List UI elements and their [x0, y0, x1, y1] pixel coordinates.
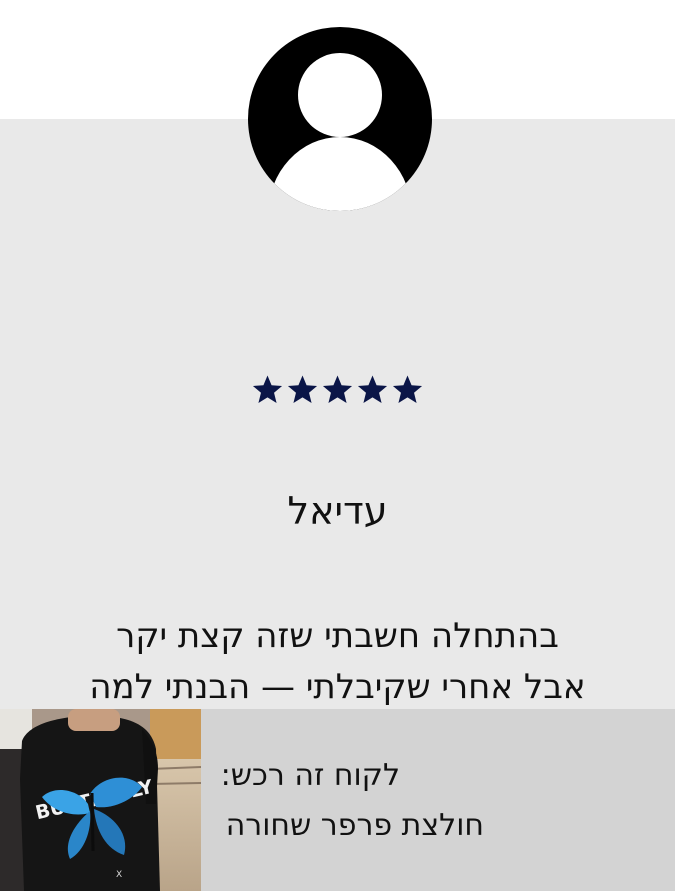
svg-text:X: X: [116, 870, 122, 880]
product-name-link[interactable]: חולצת פרפר שחורה: [226, 807, 484, 845]
product-image[interactable]: BUTTERFLY X: [0, 709, 201, 891]
product-photo-drawing: BUTTERFLY X: [0, 709, 201, 891]
star-icon: [322, 375, 353, 403]
star-icon: [392, 375, 423, 403]
purchase-info-bar: BUTTERFLY X לקוח זה רכש: חולצת פרפר שחור…: [0, 709, 675, 891]
star-icon: [357, 375, 388, 403]
rating-stars: [0, 373, 675, 406]
review-text-line: אבל אחרי שקיבלתי — הבנתי למה: [89, 667, 586, 707]
review-text: בהתחלה חשבתי שזה קצת יקר אבל אחרי שקיבלת…: [60, 611, 615, 713]
review-text-line: בהתחלה חשבתי שזה קצת יקר: [116, 616, 559, 656]
star-icon: [287, 375, 318, 403]
user-avatar-icon: [248, 27, 432, 211]
star-icon: [252, 375, 283, 403]
purchased-by-label: לקוח זה רכש:: [220, 758, 400, 793]
reviewer-name: עדיאל: [287, 489, 388, 533]
